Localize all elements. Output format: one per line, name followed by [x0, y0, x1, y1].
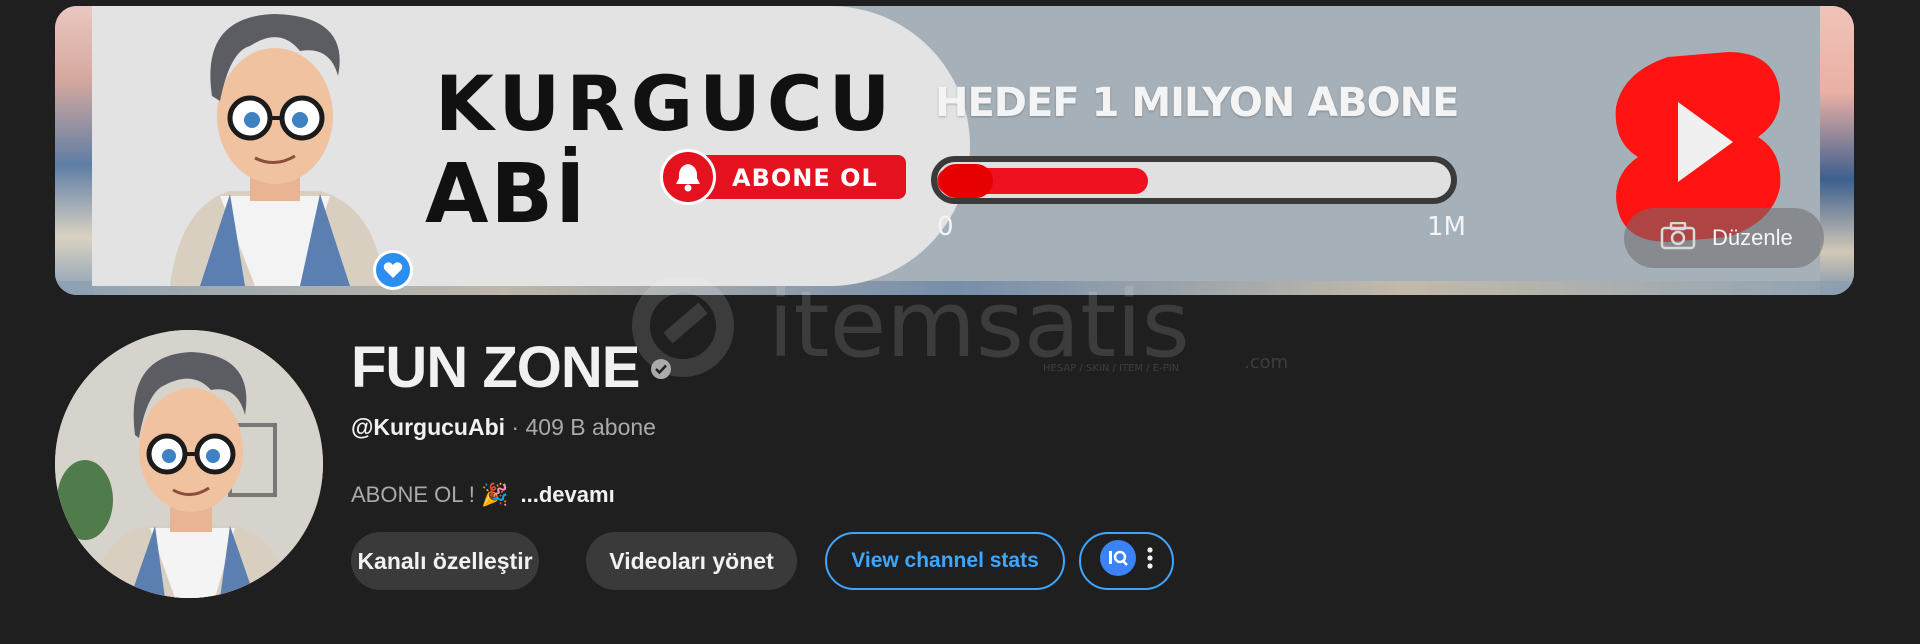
banner-brand-title: KURGUCU: [435, 59, 897, 148]
channel-avatar[interactable]: [55, 330, 323, 598]
manage-videos-button[interactable]: Videoları yönet: [586, 532, 797, 590]
extension-button[interactable]: [1079, 532, 1174, 590]
channel-handle: @KurgucuAbi: [351, 414, 506, 440]
channel-description[interactable]: ABONE OL ! 🎉 ...devamı: [351, 482, 615, 508]
watermark-tagline: HESAP / SKIN / ITEM / E-PIN: [1043, 363, 1179, 374]
watermark-tld: .com: [1244, 352, 1288, 373]
banner-subscribe-text: ABONE OL: [732, 164, 878, 192]
description-more-link[interactable]: ...devamı: [521, 482, 615, 507]
edit-banner-button[interactable]: Düzenle: [1624, 208, 1824, 268]
customize-channel-button[interactable]: Kanalı özelleştir: [351, 532, 539, 590]
heart-icon: [373, 250, 413, 290]
banner-edge-left: [55, 6, 93, 295]
banner-edge-right: [1820, 6, 1854, 295]
bell-icon: [660, 149, 716, 205]
banner-goal-text: HEDEF 1 MILYON ABONE: [935, 80, 1459, 126]
subscriber-count: 409 B abone: [525, 414, 656, 440]
channel-meta: @KurgucuAbi · 409 B abone: [351, 414, 656, 441]
view-channel-stats-button[interactable]: View channel stats: [825, 532, 1065, 590]
verified-check-icon: [651, 359, 671, 379]
extension-icon: [1099, 540, 1136, 582]
banner-progress-min: 0: [937, 212, 954, 242]
banner-progress-max: 1M: [1427, 212, 1466, 242]
banner-subscribe-graphic: ABONE OL: [660, 149, 906, 205]
edit-banner-label: Düzenle: [1712, 225, 1793, 250]
banner-brand-subtitle: ABİ: [425, 147, 588, 242]
description-text: ABONE OL ! 🎉: [351, 482, 509, 507]
camera-icon: [1660, 221, 1696, 255]
banner-progress-knob: [939, 164, 993, 198]
more-vertical-icon[interactable]: [1146, 546, 1154, 576]
character-illustration: [170, 14, 385, 286]
channel-banner: KURGUCU ABİ ABONE OL HEDEF 1 MILYON ABON…: [55, 6, 1854, 295]
banner-progress-bar: [931, 156, 1457, 204]
channel-name: FUN ZONE: [351, 335, 640, 400]
meta-separator: ·: [511, 414, 520, 440]
